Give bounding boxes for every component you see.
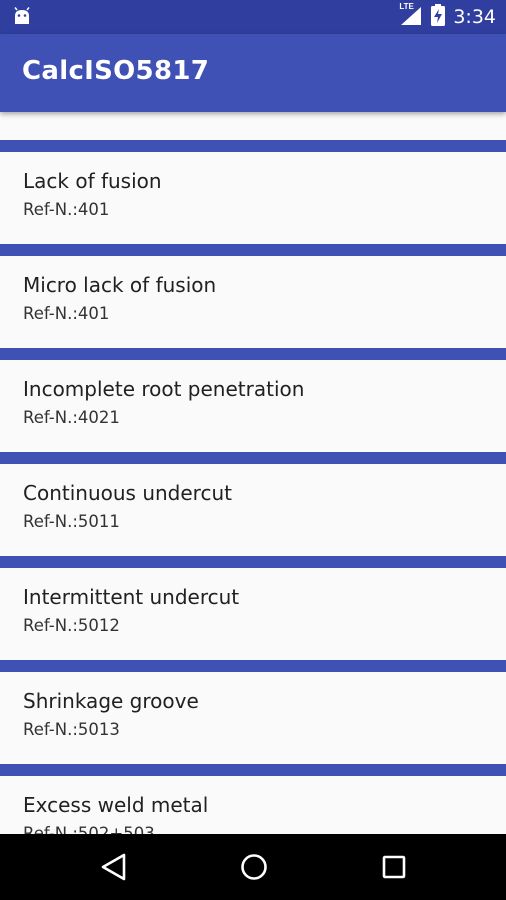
list-item[interactable]: Incomplete root penetration Ref-N.:4021 (0, 348, 506, 452)
status-time: 3:34 (453, 6, 496, 28)
app-title: CalcISO5817 (22, 56, 210, 86)
list-item-ref: Ref-N.:401 (23, 304, 110, 323)
list-item[interactable]: Lack of fusion Ref-N.:401 (0, 140, 506, 244)
list-item-ref: Ref-N.:5013 (23, 720, 120, 739)
back-icon[interactable] (98, 851, 130, 883)
list-item[interactable]: Micro lack of fusion Ref-N.:401 (0, 244, 506, 348)
list-item-title: Incomplete root penetration (23, 377, 305, 401)
list-item-ref: Ref-N.:401 (23, 200, 110, 219)
list-item-title: Continuous undercut (23, 481, 232, 505)
list-item[interactable]: Continuous undercut Ref-N.:5011 (0, 452, 506, 556)
recents-icon[interactable] (378, 851, 410, 883)
list-item-title: Intermittent undercut (23, 585, 240, 609)
signal-icon: LTE (399, 1, 423, 31)
list-item-title: Lack of fusion (23, 169, 162, 193)
android-icon (12, 7, 32, 32)
list-item[interactable]: Intermittent undercut Ref-N.:5012 (0, 556, 506, 660)
list-item-ref: Ref-N.:502+503 (23, 824, 155, 834)
list-item-ref: Ref-N.:5011 (23, 512, 120, 531)
list-item-ref: Ref-N.:5012 (23, 616, 120, 635)
list-item[interactable]: Excess weld metal Ref-N.:502+503 (0, 764, 506, 834)
app-bar: CalcISO5817 (0, 34, 506, 112)
battery-charging-icon (431, 3, 446, 31)
home-icon[interactable] (238, 851, 270, 883)
network-type-label: LTE (399, 1, 414, 11)
navigation-bar (0, 834, 506, 900)
list-top-spacer (0, 112, 506, 140)
list-item-title: Shrinkage groove (23, 689, 199, 713)
defect-list[interactable]: Lack of fusion Ref-N.:401 Micro lack of … (0, 112, 506, 834)
list-item-title: Excess weld metal (23, 793, 209, 817)
list-item-ref: Ref-N.:4021 (23, 408, 120, 427)
status-bar: LTE 3:34 (0, 0, 506, 34)
list-item-title: Micro lack of fusion (23, 273, 217, 297)
list-item[interactable]: Shrinkage groove Ref-N.:5013 (0, 660, 506, 764)
